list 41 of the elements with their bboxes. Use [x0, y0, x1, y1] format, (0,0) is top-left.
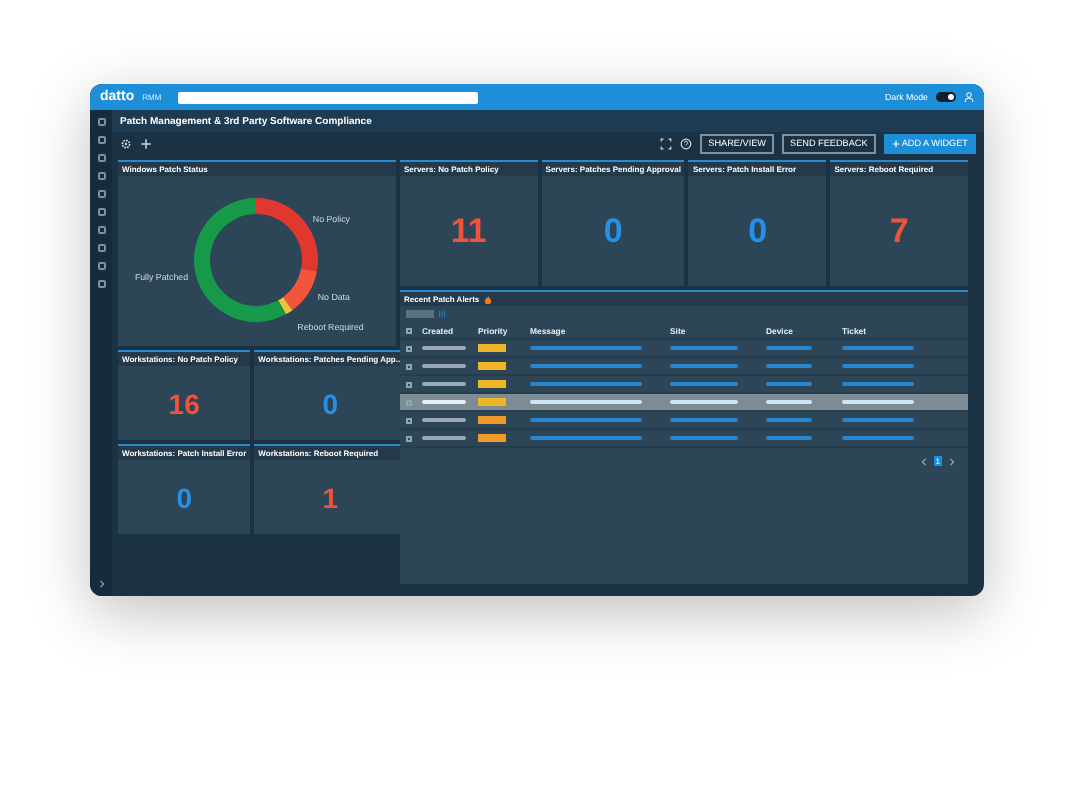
table-row[interactable]	[400, 430, 968, 448]
nav-icon[interactable]	[97, 244, 105, 252]
nav-icon[interactable]	[97, 262, 105, 270]
nav-icon[interactable]	[97, 172, 105, 180]
table-row[interactable]	[400, 412, 968, 430]
plus-icon	[891, 140, 900, 148]
dark-mode-toggle[interactable]	[936, 92, 956, 102]
select-all-checkbox[interactable]	[406, 327, 412, 333]
search-field[interactable]	[177, 91, 478, 103]
stat-value: 11	[450, 211, 487, 251]
columns-icon[interactable]	[438, 310, 446, 318]
user-icon[interactable]	[964, 92, 974, 102]
row-checkbox[interactable]	[406, 345, 412, 351]
stat-value: 0	[603, 211, 623, 251]
row-checkbox[interactable]	[406, 381, 412, 387]
fullscreen-icon[interactable]	[660, 138, 673, 150]
table-row[interactable]	[400, 394, 968, 412]
flame-icon	[483, 295, 492, 303]
nav-icon[interactable]	[97, 154, 105, 162]
plus-icon[interactable]	[140, 138, 152, 150]
nav-icon[interactable]	[97, 136, 105, 144]
row-checkbox[interactable]	[406, 417, 412, 423]
settings-icon[interactable]	[120, 138, 132, 150]
nav-icon[interactable]	[97, 208, 105, 216]
stat-value: 1	[322, 481, 339, 513]
nav-icon[interactable]	[97, 190, 105, 198]
stat-value: 16	[168, 387, 200, 419]
stat-value: 0	[176, 481, 192, 513]
nav-icon[interactable]	[97, 118, 105, 126]
nav-icon[interactable]	[97, 226, 105, 234]
table-row[interactable]	[400, 358, 968, 376]
row-checkbox[interactable]	[406, 435, 412, 441]
stat-value: 0	[322, 387, 339, 419]
help-icon[interactable]	[680, 138, 693, 150]
next-page-icon[interactable]	[948, 457, 956, 465]
nav-icon[interactable]	[97, 280, 105, 288]
expand-icon[interactable]	[97, 580, 105, 588]
table-row[interactable]	[400, 340, 968, 358]
stat-value: 0	[748, 211, 768, 251]
stat-value: 7	[889, 211, 909, 251]
row-checkbox[interactable]	[406, 363, 412, 369]
